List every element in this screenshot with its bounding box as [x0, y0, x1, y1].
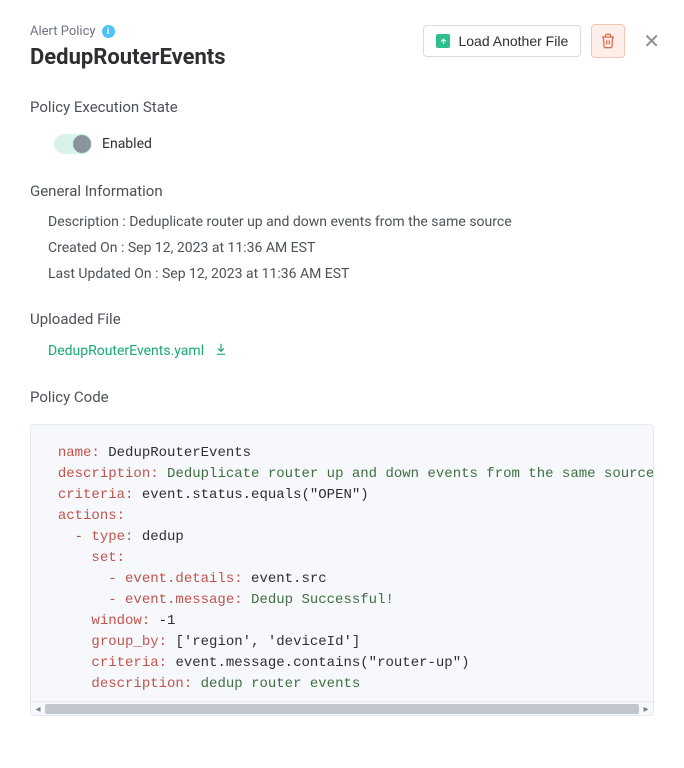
code-key: name:	[58, 445, 100, 461]
updated-value: Sep 12, 2023 at 11:36 AM EST	[162, 266, 349, 282]
header-row: Alert Policy i DedupRouterEvents Load An…	[30, 24, 684, 70]
code-val: -1	[159, 613, 176, 629]
code-key: criteria:	[91, 655, 167, 671]
general-info-block: Description : Deduplicate router up and …	[48, 214, 684, 282]
code-key: criteria:	[58, 487, 134, 503]
header-actions: Load Another File ✕	[423, 24, 684, 58]
updated-label: Last Updated On :	[48, 266, 158, 282]
load-another-file-button[interactable]: Load Another File	[423, 25, 581, 57]
scroll-left-arrow-icon[interactable]: ◂	[33, 704, 43, 714]
policy-code-block: name: DedupRouterEvents description: Ded…	[30, 424, 654, 716]
code-val: Deduplicate router up and down events fr…	[167, 466, 653, 482]
supertitle-text: Alert Policy	[30, 24, 96, 39]
code-key: - event.details:	[108, 571, 242, 587]
page-title: DedupRouterEvents	[30, 45, 226, 70]
section-uploaded-file: Uploaded File	[30, 310, 684, 328]
code-key: set:	[91, 550, 125, 566]
created-value: Sep 12, 2023 at 11:36 AM EST	[128, 240, 315, 256]
title-block: Alert Policy i DedupRouterEvents	[30, 24, 226, 70]
code-val: event.status.equals("OPEN")	[142, 487, 369, 503]
desc-label: Description :	[48, 214, 126, 230]
trash-icon	[600, 33, 616, 49]
download-icon[interactable]	[214, 342, 228, 360]
code-val: event.message.contains("router-up")	[175, 655, 469, 671]
section-execution-state: Policy Execution State	[30, 98, 684, 116]
execution-state-row: Enabled	[54, 134, 684, 154]
code-val: dedup	[142, 529, 184, 545]
scroll-right-arrow-icon[interactable]: ▸	[641, 704, 651, 714]
info-icon[interactable]: i	[102, 25, 115, 38]
load-button-label: Load Another File	[458, 33, 568, 49]
desc-value: Deduplicate router up and down events fr…	[129, 214, 511, 230]
code-val: event.src	[251, 571, 327, 587]
enabled-toggle[interactable]	[54, 134, 92, 154]
code-val: dedup router events	[201, 676, 361, 692]
enabled-label: Enabled	[102, 136, 152, 152]
code-key: actions:	[58, 508, 125, 524]
horizontal-scrollbar[interactable]: ◂ ▸	[31, 701, 653, 715]
supertitle-row: Alert Policy i	[30, 24, 226, 39]
delete-button[interactable]	[591, 24, 625, 58]
scrollbar-track[interactable]	[45, 704, 639, 714]
desc-row: Description : Deduplicate router up and …	[48, 214, 684, 230]
updated-row: Last Updated On : Sep 12, 2023 at 11:36 …	[48, 266, 684, 282]
code-val: ['region', 'deviceId']	[175, 634, 360, 650]
code-key: - event.message:	[108, 592, 242, 608]
section-general-info: General Information	[30, 182, 684, 200]
code-val: DedupRouterEvents	[108, 445, 251, 461]
policy-code-pre: name: DedupRouterEvents description: Ded…	[31, 443, 653, 701]
close-icon[interactable]: ✕	[643, 31, 660, 51]
toggle-knob	[73, 135, 91, 153]
uploaded-file-link[interactable]: DedupRouterEvents.yaml	[48, 343, 204, 359]
code-key: group_by:	[91, 634, 167, 650]
created-label: Created On :	[48, 240, 124, 256]
code-key: description:	[58, 466, 159, 482]
code-val: Dedup Successful!	[251, 592, 394, 608]
code-key: - type:	[75, 529, 134, 545]
uploaded-file-row: DedupRouterEvents.yaml	[48, 342, 684, 360]
created-row: Created On : Sep 12, 2023 at 11:36 AM ES…	[48, 240, 684, 256]
code-key: description:	[91, 676, 192, 692]
code-key: window:	[91, 613, 150, 629]
section-policy-code: Policy Code	[30, 388, 684, 406]
upload-icon	[436, 34, 450, 48]
